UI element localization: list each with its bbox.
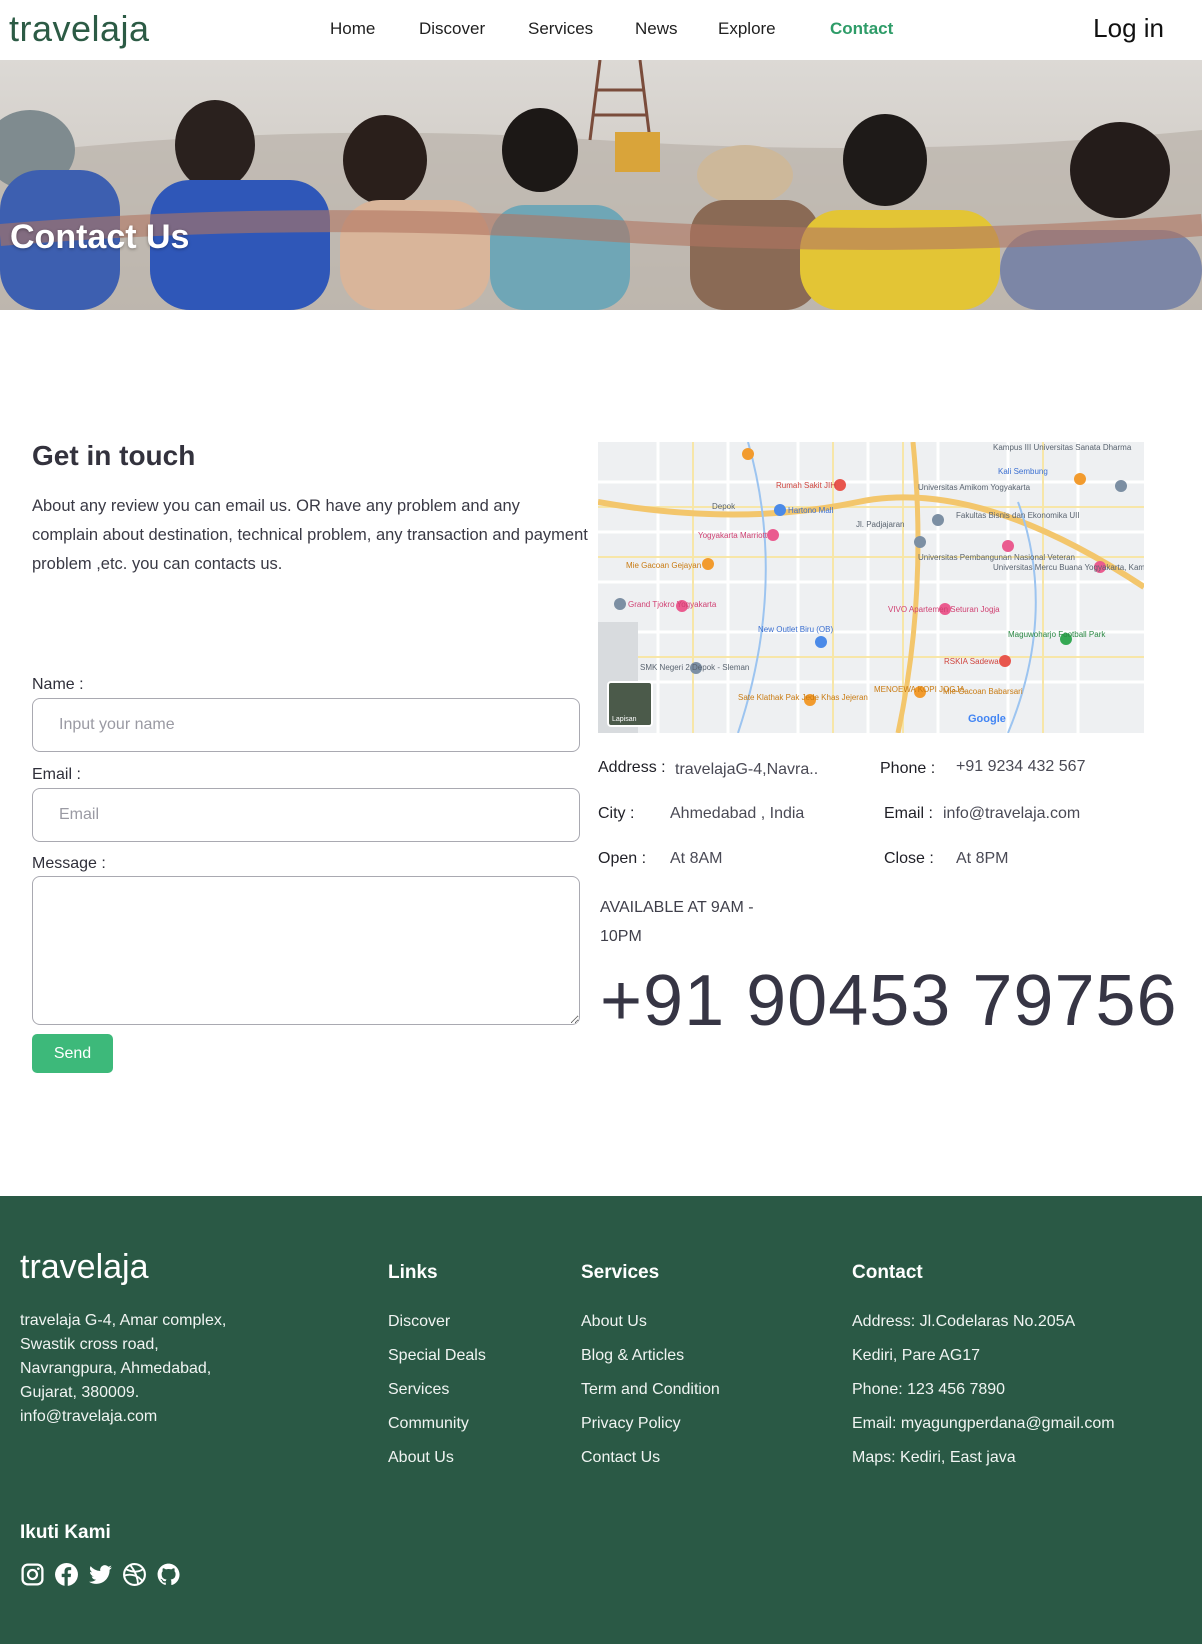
email-info-value[interactable]: info@travelaja.com <box>943 805 1080 823</box>
footer-contact-city: Kediri, Pare AG17 <box>852 1347 981 1364</box>
map-label: Rumah Sakit JIH <box>776 481 836 490</box>
footer-service-about[interactable]: About Us <box>581 1313 647 1331</box>
hero-banner: Contact Us <box>0 60 1202 310</box>
phone-value: +91 9234 432 567 <box>956 758 1086 775</box>
map-label: Kampus III Universitas Sanata Dharma <box>993 443 1132 452</box>
map-label: Mie Gacoan Gejayan <box>626 561 701 570</box>
name-input[interactable] <box>32 698 580 752</box>
map-label: Grand Tjokro Yogyakarta <box>628 600 717 609</box>
dribbble-icon[interactable] <box>122 1562 147 1587</box>
map-label: SMK Negeri 2 Depok - Sleman <box>640 663 749 672</box>
map-label: RSKIA Sadewa <box>944 657 999 666</box>
message-label: Message : <box>32 855 106 872</box>
social-icons <box>20 1562 181 1587</box>
map-label: Yogyakarta Marriott <box>698 531 768 540</box>
map-label: Mie Gacoan Babarsari <box>943 687 1023 696</box>
map-label: Depok <box>712 502 736 511</box>
github-icon[interactable] <box>156 1562 181 1587</box>
nav-discover[interactable]: Discover <box>419 19 485 39</box>
footer-link-community[interactable]: Community <box>388 1415 469 1433</box>
nav-services[interactable]: Services <box>528 19 593 39</box>
send-button[interactable]: Send <box>32 1034 113 1073</box>
navbar: travelaja Home Discover Services News Ex… <box>0 0 1202 60</box>
instagram-icon[interactable] <box>20 1562 45 1587</box>
nav-home[interactable]: Home <box>330 19 375 39</box>
map-label: Maguwoharjo Football Park <box>1008 630 1106 639</box>
email-input[interactable] <box>32 788 580 842</box>
footer-links-title: Links <box>388 1262 438 1283</box>
footer-link-about[interactable]: About Us <box>388 1449 454 1467</box>
map-label: New Outlet Biru (OB) <box>758 625 833 634</box>
footer-contact-address: Address: Jl.Codelaras No.205A <box>852 1313 1076 1330</box>
footer-services-title: Services <box>581 1262 660 1283</box>
nav-explore[interactable]: Explore <box>718 19 776 39</box>
map-label: Lapisan <box>612 716 637 723</box>
footer-contact-title: Contact <box>852 1262 923 1283</box>
hero-title: Contact Us <box>10 218 190 256</box>
map-label: Universitas Mercu Buana Yogyakarta, Kamp… <box>993 563 1144 572</box>
big-phone-number[interactable]: +91 90453 79756 <box>600 960 1178 1042</box>
map-label: Jl. Padjajaran <box>856 520 904 529</box>
footer-contact-phone: Phone: 123 456 7890 <box>852 1381 1006 1398</box>
city-value: Ahmedabad , India <box>670 805 805 822</box>
footer-link-special-deals[interactable]: Special Deals <box>388 1347 486 1365</box>
footer-address: travelaja G-4, Amar complex, Swastik cro… <box>20 1309 240 1429</box>
city-label: City : <box>598 805 635 822</box>
availability-text: AVAILABLE AT 9AM - 10PM <box>600 899 754 945</box>
twitter-icon[interactable] <box>88 1562 113 1587</box>
footer-service-blog[interactable]: Blog & Articles <box>581 1347 684 1365</box>
footer-service-terms[interactable]: Term and Condition <box>581 1381 720 1399</box>
footer-link-discover[interactable]: Discover <box>388 1313 450 1331</box>
footer-address-text: travelaja G-4, Amar complex, Swastik cro… <box>20 1312 227 1401</box>
address-value: travelajaG-4,Navra.. <box>675 761 819 778</box>
close-label: Close : <box>884 850 934 867</box>
map-label: Sate Klathak Pak Jede Khas Jejeran <box>738 693 868 702</box>
footer-brand[interactable]: travelaja <box>20 1248 149 1287</box>
map-label: Universitas Amikom Yogyakarta <box>918 483 1031 492</box>
section-description: About any review you can email us. OR ha… <box>32 497 588 573</box>
footer-link-services[interactable]: Services <box>388 1381 449 1399</box>
open-label: Open : <box>598 850 647 867</box>
name-label: Name : <box>32 676 84 693</box>
facebook-icon[interactable] <box>54 1562 79 1587</box>
login-link[interactable]: Log in <box>1093 13 1164 44</box>
footer-email[interactable]: info@travelaja.com <box>20 1408 157 1425</box>
email-info-label: Email : <box>884 805 933 822</box>
map-label: Hartono Mall <box>788 506 834 515</box>
follow-title: Ikuti Kami <box>20 1522 111 1543</box>
footer-contact-email[interactable]: Email: myagungperdana@gmail.com <box>852 1415 1115 1433</box>
section-title: Get in touch <box>32 440 196 471</box>
map-label: Google <box>968 713 1006 725</box>
brand-logo[interactable]: travelaja <box>9 8 150 50</box>
message-textarea[interactable] <box>32 876 580 1025</box>
nav-contact[interactable]: Contact <box>830 19 893 39</box>
phone-label: Phone : <box>880 760 936 777</box>
footer: travelaja travelaja G-4, Amar complex, S… <box>0 1196 1202 1644</box>
footer-service-privacy[interactable]: Privacy Policy <box>581 1415 681 1433</box>
nav-news[interactable]: News <box>635 19 678 39</box>
map-label: VIVO Apartemen Seturan Jogja <box>888 605 1000 614</box>
map-label: Kali Sembung <box>998 467 1048 476</box>
map-embed[interactable]: Depok Hartono Mall Jl. Padjajaran Univer… <box>598 442 1144 733</box>
address-label: Address : <box>598 759 666 776</box>
open-value: At 8AM <box>670 850 723 867</box>
map-label: Fakultas Bisnis dan Ekonomika UII <box>956 511 1080 520</box>
hero-photo <box>0 60 1202 310</box>
footer-contact-maps[interactable]: Maps: Kediri, East java <box>852 1449 1016 1467</box>
close-value: At 8PM <box>956 850 1009 867</box>
map-label: Universitas Pembangunan Nasional Veteran <box>918 553 1075 562</box>
email-label: Email : <box>32 766 81 783</box>
footer-service-contact[interactable]: Contact Us <box>581 1449 660 1467</box>
